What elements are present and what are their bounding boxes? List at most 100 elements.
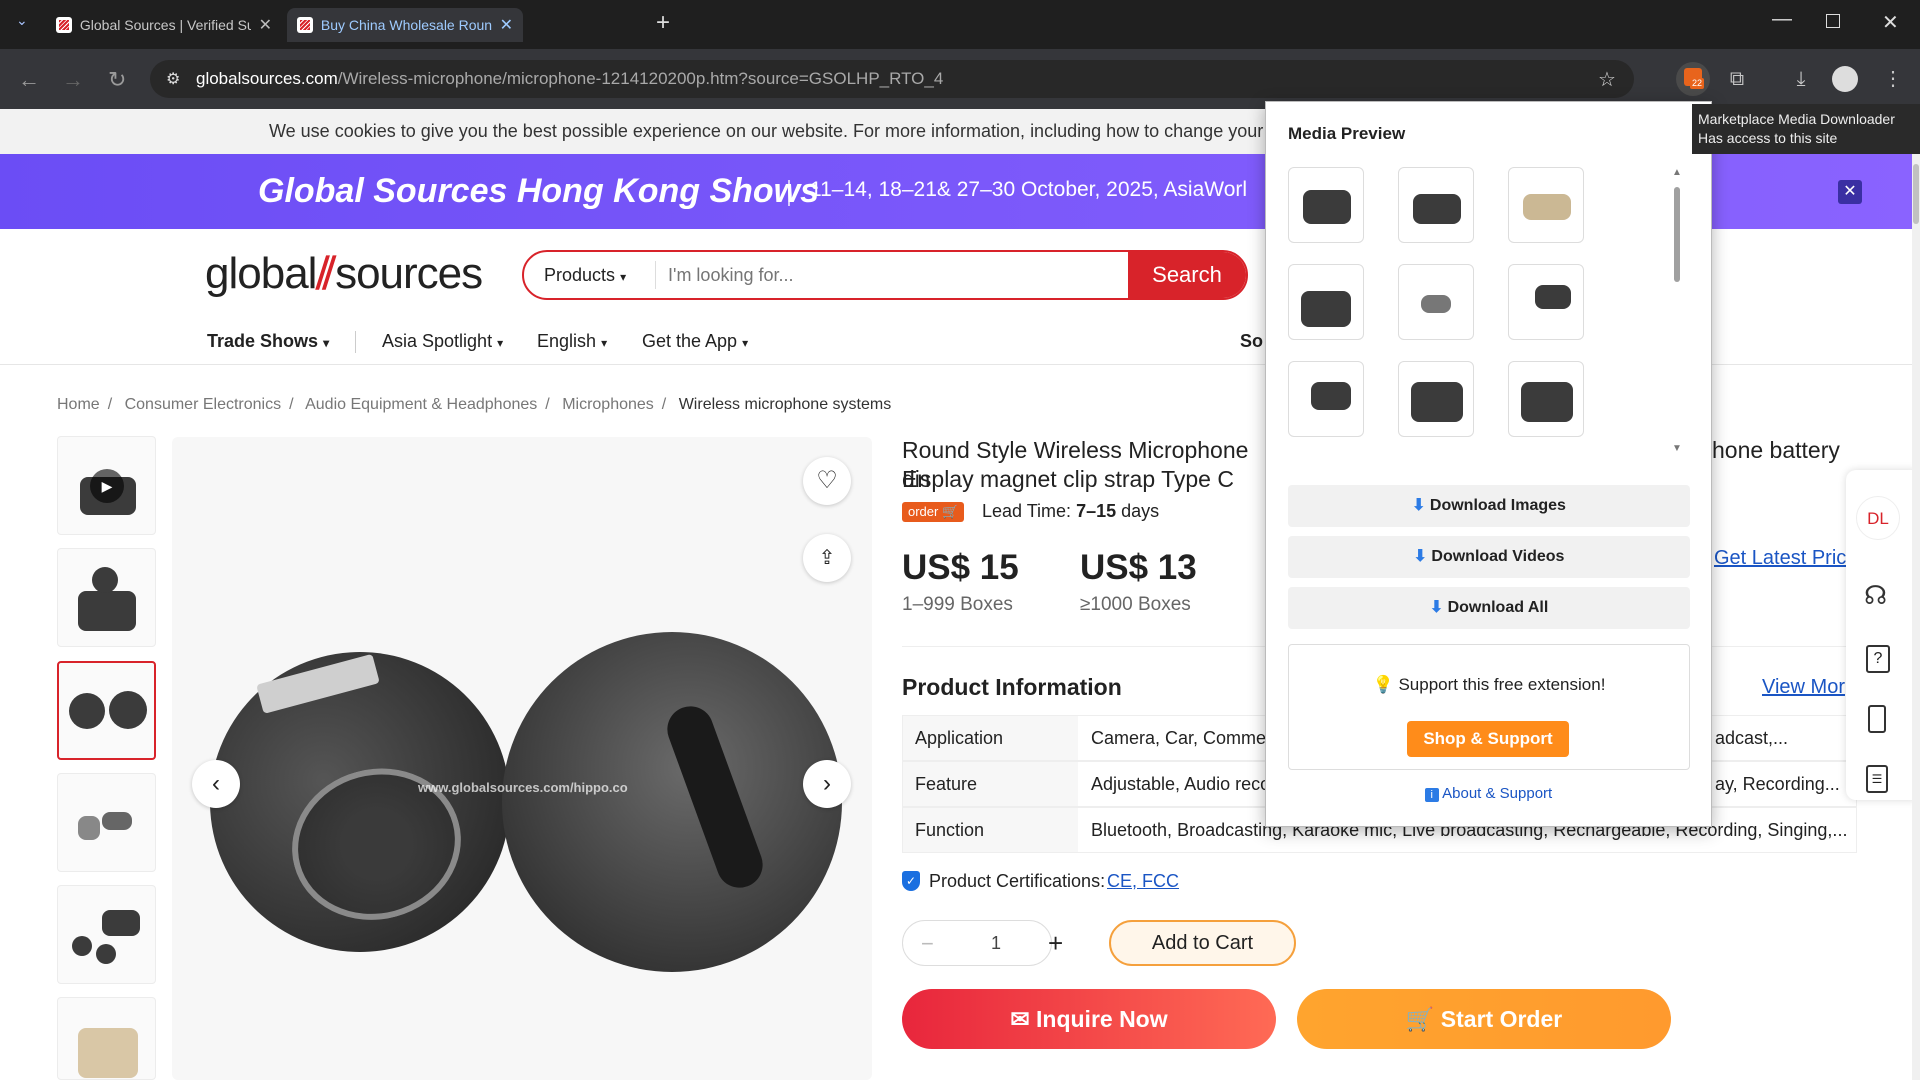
download-all-button[interactable]: ⬇ Download All: [1288, 587, 1690, 629]
inquire-label: Inquire Now: [1036, 1006, 1168, 1032]
media-thumbnail[interactable]: [1398, 361, 1474, 437]
main-product-image[interactable]: www.globalsources.com/hippo.co ♡ ⇪ ‹ ›: [172, 437, 872, 1080]
media-thumbnail[interactable]: [1508, 264, 1584, 340]
download-all-label: Download All: [1447, 599, 1549, 616]
product-thumbnail-video[interactable]: ▶: [57, 436, 156, 535]
download-videos-button[interactable]: ⬇ Download Videos: [1288, 536, 1690, 578]
tab-search-icon[interactable]: ⌄: [16, 12, 28, 29]
media-thumbnail[interactable]: [1508, 167, 1584, 243]
view-more-link[interactable]: View Mor: [1762, 676, 1845, 699]
quantity-value[interactable]: 1: [991, 933, 1001, 954]
address-bar[interactable]: ⚙ globalsources.com/Wireless-microphone/…: [150, 60, 1634, 98]
page-scrollbar[interactable]: [1912, 154, 1920, 1080]
minimize-icon[interactable]: —: [1772, 8, 1792, 31]
media-thumbnail[interactable]: [1398, 264, 1474, 340]
microphone-clip: [256, 653, 380, 714]
product-thumbnail[interactable]: [57, 997, 156, 1080]
clipboard-checklist-icon[interactable]: ☰: [1866, 765, 1888, 793]
extensions-puzzle-icon[interactable]: ⧉: [1722, 64, 1752, 94]
play-icon: ▶: [90, 469, 124, 503]
customer-service-icon[interactable]: ☊: [1864, 580, 1887, 611]
nav-get-the-app[interactable]: Get the App ▾: [642, 331, 748, 352]
product-image: [96, 944, 116, 964]
share-button[interactable]: ⇪: [803, 534, 851, 582]
inquire-now-button[interactable]: ✉ Inquire Now: [902, 989, 1276, 1049]
increment-button[interactable]: +: [1048, 928, 1063, 959]
nav-language[interactable]: English ▾: [537, 331, 607, 352]
previous-image-button[interactable]: ‹: [192, 760, 240, 808]
tab-close-icon[interactable]: ✕: [259, 15, 272, 35]
info-icon: i: [1424, 788, 1439, 802]
media-grid-scrollbar[interactable]: ▲ ▼: [1671, 167, 1683, 457]
scrollbar-thumb[interactable]: [1913, 164, 1919, 224]
product-image: [109, 691, 147, 729]
media-thumbnail[interactable]: [1288, 361, 1364, 437]
download-icon[interactable]: ⤓: [1786, 64, 1816, 94]
next-image-button[interactable]: ›: [803, 760, 851, 808]
favorite-heart-button[interactable]: ♡: [803, 457, 851, 505]
product-thumbnail[interactable]: [57, 548, 156, 647]
back-icon[interactable]: ←: [18, 67, 40, 93]
certifications-label: Product Certifications:: [929, 871, 1106, 891]
spec-key: Application: [903, 716, 1078, 760]
product-image: [72, 936, 92, 956]
add-to-cart-button[interactable]: Add to Cart: [1109, 920, 1296, 966]
banner-close-button[interactable]: ✕: [1838, 180, 1862, 204]
price-tier-1-qty: 1–999 Boxes: [902, 594, 1013, 615]
product-image: [1301, 291, 1351, 327]
bookmark-star-icon[interactable]: ☆: [1598, 67, 1616, 92]
product-image: [1535, 285, 1571, 309]
spec-value-right: ay, Recording...: [1715, 774, 1840, 794]
product-thumbnail[interactable]: [57, 885, 156, 984]
scroll-up-icon[interactable]: ▲: [1672, 167, 1682, 178]
new-tab-icon[interactable]: +: [656, 9, 670, 37]
media-downloader-extension-icon[interactable]: 22: [1676, 62, 1710, 96]
nav-asia-spotlight[interactable]: Asia Spotlight ▾: [382, 331, 503, 352]
media-thumbnail[interactable]: [1508, 361, 1584, 437]
breadcrumb-item[interactable]: Consumer Electronics: [125, 396, 282, 413]
scrollbar-thumb[interactable]: [1674, 187, 1680, 282]
price-tier-2-qty: ≥1000 Boxes: [1080, 594, 1191, 615]
product-thumbnail[interactable]: [57, 773, 156, 872]
start-order-button[interactable]: 🛒 Start Order: [1297, 989, 1671, 1049]
media-thumbnail[interactable]: [1288, 167, 1364, 243]
get-latest-price-link[interactable]: Get Latest Pric: [1714, 547, 1846, 570]
search-category-select[interactable]: Products ▾: [524, 261, 656, 289]
menu-kebab-icon[interactable]: ⋮: [1878, 64, 1908, 94]
search-button[interactable]: Search: [1128, 252, 1246, 298]
dl-avatar[interactable]: DL: [1856, 496, 1900, 540]
tab-global-sources[interactable]: Global Sources | Verified Suppli ✕: [46, 8, 282, 42]
logo-text-left: global: [205, 249, 317, 298]
reload-icon[interactable]: ↻: [108, 67, 126, 93]
close-window-icon[interactable]: ✕: [1882, 10, 1899, 35]
nav-truncated[interactable]: So: [1240, 331, 1263, 352]
mobile-app-icon[interactable]: [1868, 705, 1886, 733]
about-support-link[interactable]: i About & Support: [1266, 785, 1711, 802]
product-thumbnail-selected[interactable]: [57, 661, 156, 760]
browser-tab-strip: ⌄ Global Sources | Verified Suppli ✕ Buy…: [0, 0, 1920, 49]
media-thumbnail[interactable]: [1398, 167, 1474, 243]
breadcrumb-item[interactable]: Microphones: [562, 396, 654, 413]
forward-icon[interactable]: →: [62, 67, 84, 93]
restore-icon[interactable]: [1826, 14, 1840, 28]
product-title-right: hone battery: [1712, 437, 1840, 463]
media-thumbnail[interactable]: [1288, 264, 1364, 340]
breadcrumb-item[interactable]: Home: [57, 396, 100, 413]
tooltip-line-2: Has access to this site: [1698, 130, 1838, 146]
shop-support-button[interactable]: Shop & Support: [1407, 721, 1569, 757]
site-info-icon[interactable]: ⚙: [166, 69, 180, 89]
breadcrumb-item[interactable]: Audio Equipment & Headphones: [305, 396, 537, 413]
tab-product[interactable]: Buy China Wholesale Round Sty ✕: [287, 8, 523, 42]
nav-label: Asia Spotlight: [382, 331, 493, 351]
search-input[interactable]: [656, 264, 1128, 286]
global-sources-logo[interactable]: global⫽sources: [205, 249, 483, 299]
profile-avatar[interactable]: [1832, 66, 1858, 92]
url-host: globalsources.com: [196, 69, 338, 88]
download-images-button[interactable]: ⬇ Download Images: [1288, 485, 1690, 527]
certifications-links[interactable]: CE, FCC: [1107, 871, 1179, 892]
tab-close-icon[interactable]: ✕: [500, 15, 513, 35]
help-question-icon[interactable]: ?: [1866, 645, 1890, 673]
decrement-button[interactable]: −: [921, 931, 934, 957]
scroll-down-icon[interactable]: ▼: [1672, 443, 1682, 454]
nav-trade-shows[interactable]: Trade Shows ▾: [207, 331, 329, 352]
